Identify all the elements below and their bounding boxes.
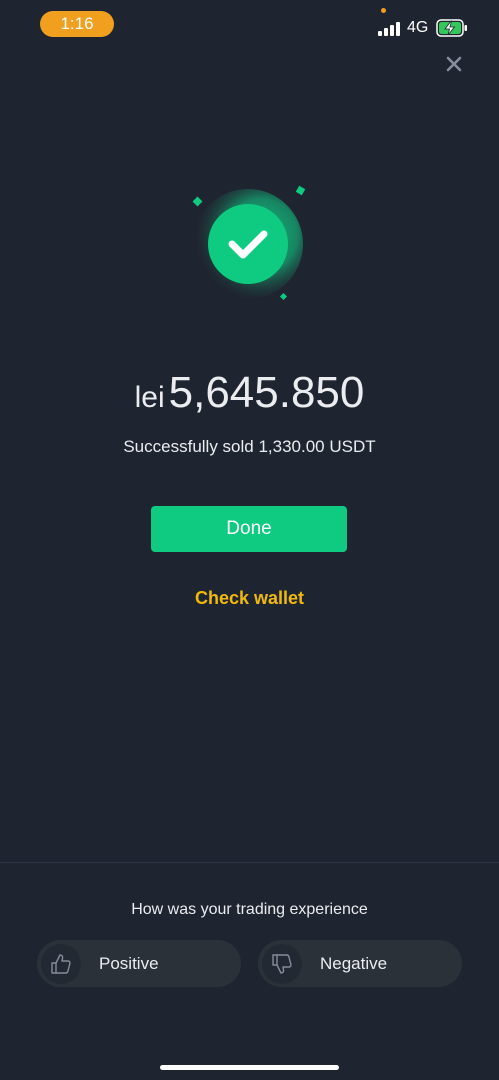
status-time: 1:16 bbox=[40, 11, 114, 37]
positive-label: Positive bbox=[99, 953, 159, 973]
privacy-indicator-dot bbox=[381, 8, 386, 13]
battery-charging-icon bbox=[436, 19, 467, 37]
check-wallet-link[interactable]: Check wallet bbox=[0, 588, 499, 609]
check-circle-icon bbox=[192, 185, 306, 301]
feedback-question: How was your trading experience bbox=[131, 901, 368, 918]
sold-amount: lei5,645.850 bbox=[0, 368, 499, 418]
negative-label: Negative bbox=[320, 953, 388, 973]
done-button[interactable]: Done bbox=[151, 506, 347, 552]
home-indicator[interactable] bbox=[160, 1065, 339, 1070]
divider bbox=[0, 862, 499, 863]
signal-icon bbox=[378, 22, 400, 36]
thumbs-up-icon bbox=[41, 943, 81, 984]
success-message: Successfully sold 1,330.00 USDT bbox=[123, 437, 376, 456]
network-type: 4G bbox=[407, 19, 429, 36]
negative-feedback-button[interactable]: Negative bbox=[258, 940, 462, 987]
amount-currency: lei bbox=[134, 381, 165, 414]
positive-feedback-button[interactable]: Positive bbox=[37, 940, 241, 987]
status-bar: 1:16 4G bbox=[0, 0, 499, 50]
thumbs-down-icon bbox=[262, 943, 302, 984]
amount-value: 5,645.850 bbox=[168, 368, 365, 417]
close-button[interactable] bbox=[441, 51, 467, 77]
close-icon bbox=[446, 56, 462, 72]
